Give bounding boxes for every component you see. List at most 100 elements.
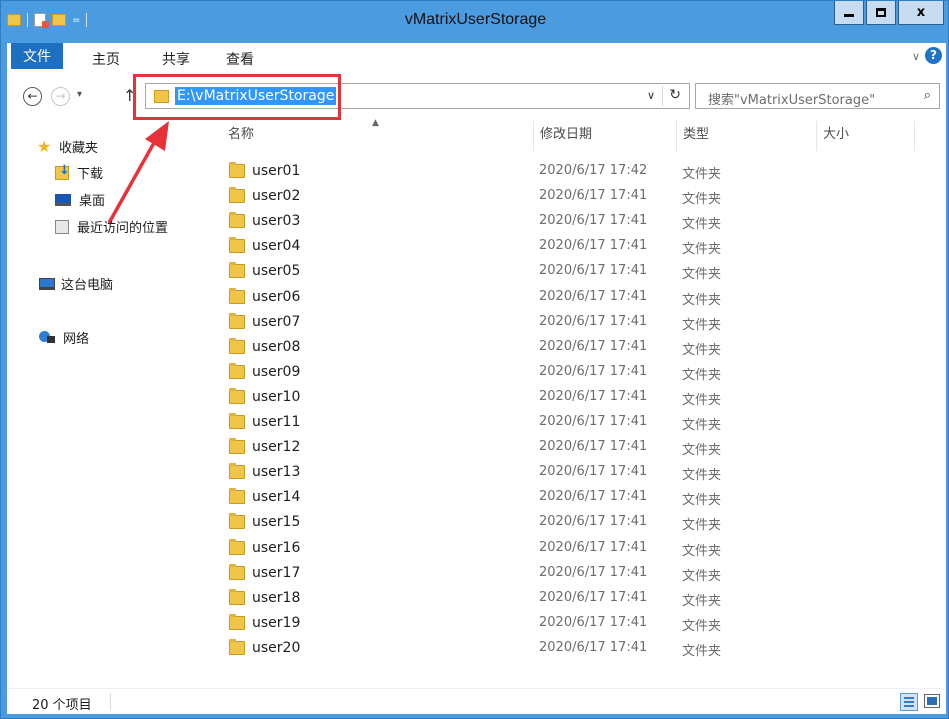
refresh-icon[interactable]: ↻	[669, 87, 681, 103]
folder-icon	[229, 337, 245, 354]
table-row[interactable]: user20 2020/6/17 17:41 文件夹	[221, 636, 741, 661]
column-header-modified[interactable]: 修改日期	[540, 121, 592, 151]
sidebar-item-this-pc[interactable]: 这台电脑	[39, 274, 113, 293]
recent-locations-dropdown-icon[interactable]: ▾	[77, 89, 82, 100]
tab-home[interactable]: 主页	[92, 49, 120, 69]
table-row[interactable]: user02 2020/6/17 17:41 文件夹	[221, 184, 741, 209]
table-row[interactable]: user10 2020/6/17 17:41 文件夹	[221, 385, 741, 410]
file-modified: 2020/6/17 17:41	[539, 313, 648, 329]
file-type: 文件夹	[682, 493, 722, 509]
file-type: 文件夹	[682, 593, 722, 609]
file-name: user12	[252, 439, 301, 456]
file-name: user13	[252, 464, 301, 481]
table-row[interactable]: user17 2020/6/17 17:41 文件夹	[221, 561, 741, 586]
file-type: 文件夹	[682, 192, 722, 208]
file-type: 文件夹	[682, 568, 722, 584]
status-bar: 20 个项目	[7, 688, 946, 714]
close-button[interactable]: x	[898, 1, 944, 25]
file-name: user08	[252, 338, 301, 355]
table-row[interactable]: user15 2020/6/17 17:41 文件夹	[221, 510, 741, 535]
file-modified: 2020/6/17 17:41	[539, 388, 648, 404]
table-row[interactable]: user09 2020/6/17 17:41 文件夹	[221, 360, 741, 385]
folder-icon	[229, 312, 245, 329]
tab-share[interactable]: 共享	[162, 49, 190, 69]
file-modified: 2020/6/17 17:41	[539, 288, 648, 304]
column-divider[interactable]	[676, 121, 677, 151]
file-modified: 2020/6/17 17:41	[539, 414, 648, 429]
file-name: user20	[252, 639, 301, 656]
sidebar-item-label: 下载	[77, 167, 104, 182]
sort-ascending-icon: ▲	[372, 118, 379, 128]
file-type: 文件夹	[682, 443, 722, 459]
file-modified: 2020/6/17 17:41	[539, 188, 648, 204]
large-icons-view-icon[interactable]	[924, 694, 940, 708]
file-name: user15	[252, 514, 301, 531]
folder-icon	[229, 237, 245, 254]
file-type: 文件夹	[682, 217, 722, 233]
file-name: user16	[252, 539, 301, 556]
column-header-name[interactable]: 名称	[228, 121, 254, 151]
table-row[interactable]: user12 2020/6/17 17:41 文件夹	[221, 435, 741, 460]
computer-icon	[39, 277, 55, 290]
table-row[interactable]: user03 2020/6/17 17:41 文件夹	[221, 209, 741, 234]
table-row[interactable]: user19 2020/6/17 17:41 文件夹	[221, 611, 741, 636]
column-divider[interactable]	[533, 121, 534, 151]
search-box[interactable]: 搜索"vMatrixUserStorage" ⌕	[695, 83, 940, 109]
table-row[interactable]: user07 2020/6/17 17:41 文件夹	[221, 310, 741, 335]
sidebar-item-network[interactable]: 网络	[39, 328, 89, 347]
file-name: user10	[252, 388, 301, 405]
title-bar[interactable]: = vMatrixUserStorage x	[1, 1, 948, 39]
search-input[interactable]: 搜索"vMatrixUserStorage"	[708, 89, 875, 108]
tab-view[interactable]: 查看	[226, 49, 254, 69]
sidebar-item-downloads[interactable]: 下载	[55, 163, 103, 182]
file-name: user07	[252, 313, 301, 330]
address-highlight-box	[133, 74, 341, 120]
table-row[interactable]: user01 2020/6/17 17:42 文件夹	[221, 159, 741, 184]
file-modified: 2020/6/17 17:41	[539, 338, 648, 354]
explorer-window: = vMatrixUserStorage x 文件 主页 共享 查看 ∨ ? ←…	[0, 0, 949, 719]
file-modified: 2020/6/17 17:41	[539, 213, 648, 229]
sidebar-item-label: 网络	[63, 332, 90, 347]
table-row[interactable]: user11 2020/6/17 17:41 文件夹	[221, 410, 741, 435]
table-row[interactable]: user04 2020/6/17 17:41 文件夹	[221, 234, 741, 259]
file-modified: 2020/6/17 17:42	[539, 163, 648, 178]
sidebar-item-recent[interactable]: 最近访问的位置	[55, 217, 168, 236]
maximize-button[interactable]	[866, 1, 896, 25]
table-row[interactable]: user14 2020/6/17 17:41 文件夹	[221, 485, 741, 510]
column-header-type[interactable]: 类型	[683, 121, 709, 151]
file-modified: 2020/6/17 17:41	[539, 439, 648, 455]
back-button[interactable]: ←	[23, 87, 42, 106]
minimize-button[interactable]	[834, 1, 864, 25]
table-row[interactable]: user16 2020/6/17 17:41 文件夹	[221, 536, 741, 561]
column-header-size[interactable]: 大小	[823, 121, 849, 151]
column-divider[interactable]	[914, 121, 915, 151]
address-history-dropdown-icon[interactable]: ∨	[647, 89, 655, 102]
table-row[interactable]: user18 2020/6/17 17:41 文件夹	[221, 586, 741, 611]
folder-icon	[229, 438, 245, 455]
file-name: user02	[252, 188, 301, 205]
sidebar-item-label: 收藏夹	[59, 141, 99, 156]
details-view-icon[interactable]	[900, 693, 918, 711]
table-row[interactable]: user05 2020/6/17 17:41 文件夹	[221, 259, 741, 284]
table-row[interactable]: user13 2020/6/17 17:41 文件夹	[221, 460, 741, 485]
file-type: 文件夹	[682, 643, 722, 659]
forward-button[interactable]: →	[51, 87, 70, 106]
file-modified: 2020/6/17 17:41	[539, 589, 648, 605]
search-icon[interactable]: ⌕	[924, 88, 931, 103]
folder-icon	[229, 638, 245, 655]
sidebar-item-desktop[interactable]: 桌面	[55, 190, 105, 209]
table-row[interactable]: user06 2020/6/17 17:41 文件夹	[221, 285, 741, 310]
expand-ribbon-icon[interactable]: ∨	[912, 50, 920, 63]
file-type: 文件夹	[682, 317, 722, 333]
help-icon[interactable]: ?	[925, 47, 942, 64]
tab-file[interactable]: 文件	[11, 43, 63, 69]
file-modified: 2020/6/17 17:41	[539, 263, 648, 279]
file-type: 文件夹	[682, 367, 722, 383]
recent-places-icon	[55, 219, 69, 234]
column-divider[interactable]	[816, 121, 817, 151]
file-name: user18	[252, 589, 301, 606]
sidebar-item-favorites[interactable]: ★ 收藏夹	[37, 137, 98, 156]
file-name: user17	[252, 564, 301, 581]
table-row[interactable]: user08 2020/6/17 17:41 文件夹	[221, 335, 741, 360]
folder-icon	[229, 513, 245, 530]
